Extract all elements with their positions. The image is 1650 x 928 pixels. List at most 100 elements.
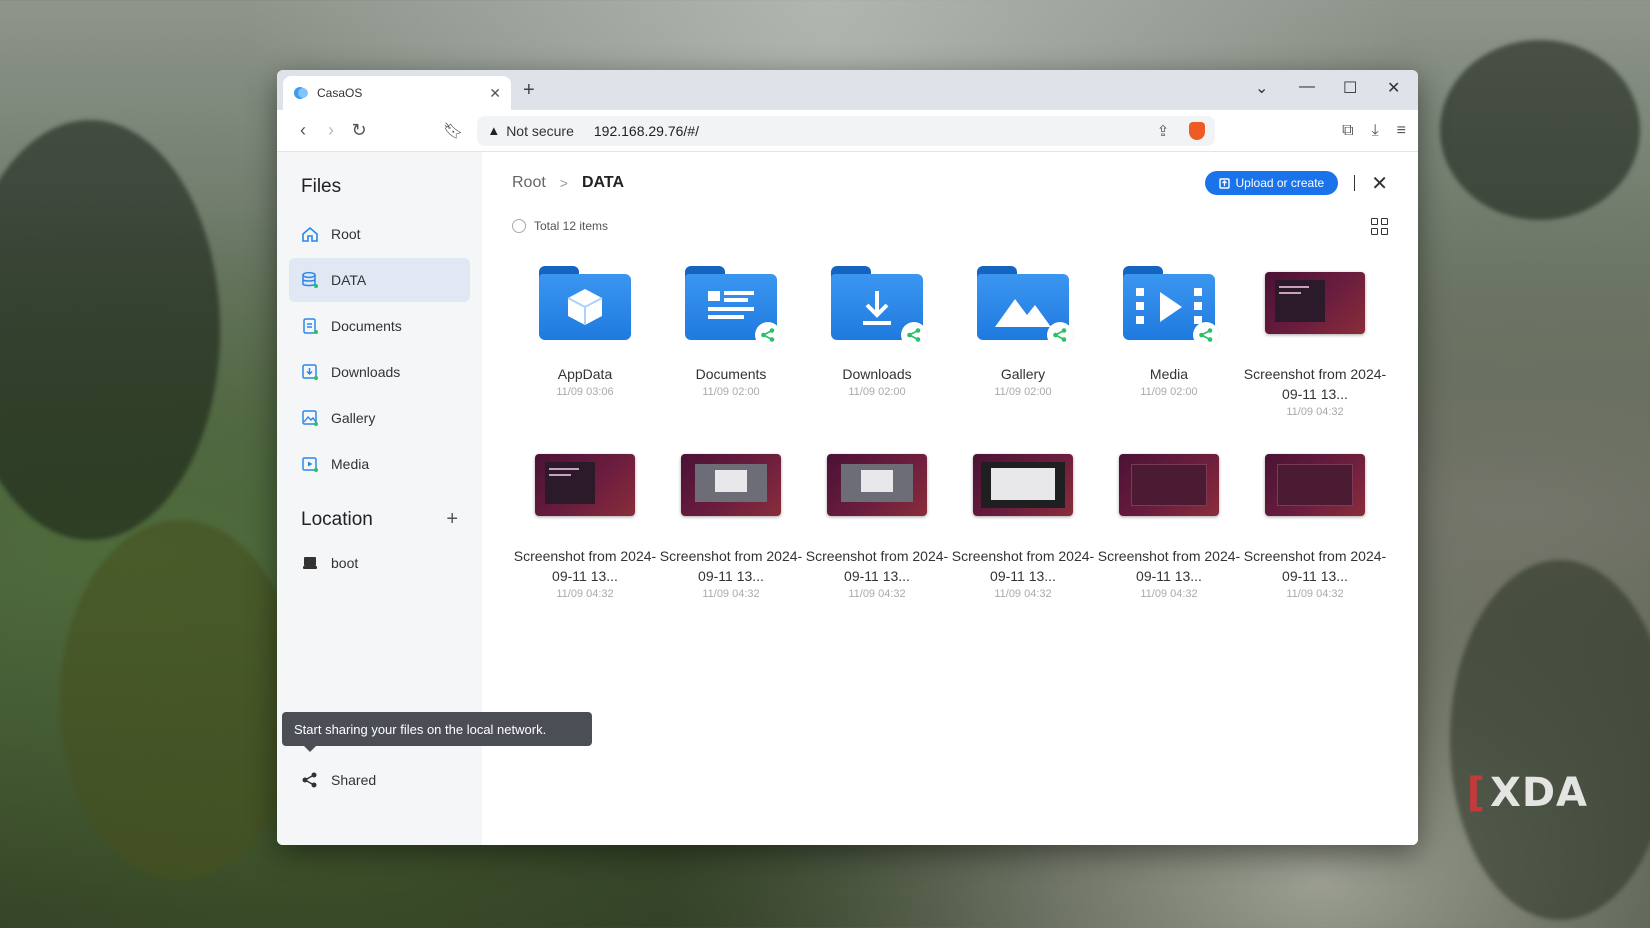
tab-close-icon[interactable]: ✕ [489,85,501,102]
file-grid: AppData 11/09 03:06 Documents 11/09 02:00 Do… [512,258,1388,600]
share-page-icon[interactable]: ⇪ [1157,122,1170,140]
select-all-radio[interactable] [512,219,526,233]
extensions-icon[interactable]: ⧉ [1342,122,1353,140]
sidebar-item-boot[interactable]: boot [289,541,470,585]
file-item[interactable]: Screenshot from 2024-09-11 13... 11/09 04… [950,440,1096,600]
maximize-icon[interactable]: ☐ [1343,78,1357,98]
sidebar-item-label: Media [331,456,370,472]
file-browser: Root > DATA Upload or create ✕ Total 12 … [482,152,1418,845]
sidebar-item-shared[interactable]: Shared [289,758,470,802]
media-icon [302,457,318,472]
folder-item-appdata[interactable]: AppData 11/09 03:06 [512,258,658,418]
screenshot-thumbnail [973,454,1073,516]
background-foliage [0,120,220,540]
screenshot-thumbnail [827,454,927,516]
window-close-icon[interactable]: ✕ [1387,78,1400,98]
url-text[interactable]: 192.168.29.76/#/ [594,123,1157,139]
folder-item-gallery[interactable]: Gallery 11/09 02:00 [950,258,1096,418]
documents-icon [303,318,318,334]
close-files-icon[interactable]: ✕ [1371,171,1388,196]
share-tooltip: Start sharing your files on the local ne… [282,712,592,752]
sidebar-item-label: Shared [331,772,377,788]
item-date: 11/09 04:32 [994,588,1052,600]
drive-icon [303,557,317,569]
address-bar[interactable]: ▲ Not secure 192.168.29.76/#/ ⇪ [477,115,1216,146]
casaos-favicon-icon [294,87,308,99]
xda-watermark: [XDA [1466,770,1588,816]
sidebar-item-media[interactable]: Media [289,442,470,486]
upload-icon [1218,177,1230,189]
file-item[interactable]: Screenshot from 2024-09-11 13... 11/09 04… [512,440,658,600]
gallery-icon [302,410,318,426]
shared-badge-icon [755,322,781,348]
item-name: Gallery [1000,366,1046,382]
total-items: Total 12 items [534,219,609,233]
new-tab-icon[interactable]: + [523,79,535,102]
security-label: Not secure [506,122,574,139]
brave-shields-icon[interactable] [1189,121,1206,140]
item-name: Downloads [842,366,912,382]
screenshot-thumbnail [1265,272,1365,334]
bookmark-icon[interactable]: 🔖︎ [443,121,463,141]
background-foliage [1450,560,1650,920]
item-date: 11/09 02:00 [702,386,760,398]
folder-item-documents[interactable]: Documents 11/09 02:00 [658,258,804,418]
shared-badge-icon [901,322,927,348]
forward-icon[interactable]: › [317,120,345,141]
breadcrumb-root[interactable]: Root [512,174,546,192]
tab-search-chevron-icon[interactable]: ⌄ [1255,78,1268,98]
item-name: Screenshot from 2024-09-11 13... [1243,366,1387,402]
database-icon [302,271,318,288]
background-foliage [60,520,300,880]
cube-glyph-icon [539,274,631,340]
share-icon [302,772,317,788]
folder-item-media[interactable]: Media 11/09 02:00 [1096,258,1242,418]
browser-tab[interactable]: CasaOS ✕ [283,76,511,110]
browser-toolbar: ‹ › ↻ 🔖︎ ▲ Not secure 192.168.29.76/#/ ⇪… [277,110,1418,152]
item-date: 11/09 02:00 [1140,386,1198,398]
item-name: Screenshot from 2024-09-11 13... [805,548,949,584]
back-icon[interactable]: ‹ [289,120,317,141]
folder-icon [685,266,781,348]
sidebar-item-label: boot [331,555,359,571]
sidebar-item-label: Downloads [331,364,401,380]
sidebar-item-gallery[interactable]: Gallery [289,396,470,440]
sidebar-item-data[interactable]: DATA [289,258,470,302]
screenshot-thumbnail [1265,454,1365,516]
item-name: Documents [695,366,767,382]
folder-icon [539,266,631,340]
file-item[interactable]: Screenshot from 2024-09-11 13... 11/09 04… [1096,440,1242,600]
item-name: Screenshot from 2024-09-11 13... [659,548,803,584]
download-icon[interactable]: ⤓ [1372,122,1379,140]
warning-icon: ▲ [487,123,501,138]
sidebar-item-documents[interactable]: Documents [289,304,470,348]
item-date: 11/09 04:32 [1140,588,1198,600]
item-date: 11/09 04:32 [848,588,906,600]
folder-item-downloads[interactable]: Downloads 11/09 02:00 [804,258,950,418]
minimize-icon[interactable]: — [1299,78,1315,96]
file-item[interactable]: Screenshot from 2024-09-11 13... 11/09 04… [1242,258,1388,418]
file-item[interactable]: Screenshot from 2024-09-11 13... 11/09 04… [658,440,804,600]
item-name: Media [1149,366,1189,382]
sidebar-item-root[interactable]: Root [289,212,470,256]
sidebar-item-label: DATA [331,272,367,288]
item-date: 11/09 03:06 [556,386,614,398]
downloads-icon [302,364,318,380]
background-foliage [1440,40,1640,220]
sidebar-item-label: Root [331,226,361,242]
upload-label: Upload or create [1235,176,1325,190]
item-name: Screenshot from 2024-09-11 13... [951,548,1095,584]
file-item[interactable]: Screenshot from 2024-09-11 13... 11/09 04… [1242,440,1388,600]
grid-view-icon[interactable] [1371,217,1388,235]
sidebar-item-label: Gallery [331,410,376,426]
file-item[interactable]: Screenshot from 2024-09-11 13... 11/09 04… [804,440,950,600]
folder-icon [1123,266,1219,348]
browser-window: CasaOS ✕ + ⌄ — ☐ ✕ ‹ › ↻ 🔖︎ ▲ Not secure… [277,70,1418,845]
add-location-icon[interactable]: + [446,508,458,531]
sidebar-item-downloads[interactable]: Downloads [289,350,470,394]
breadcrumb-current: DATA [581,174,625,191]
home-icon [302,226,318,242]
menu-icon[interactable]: ≡ [1397,122,1406,140]
reload-icon[interactable]: ↻ [345,120,373,141]
upload-or-create-button[interactable]: Upload or create [1204,171,1339,195]
